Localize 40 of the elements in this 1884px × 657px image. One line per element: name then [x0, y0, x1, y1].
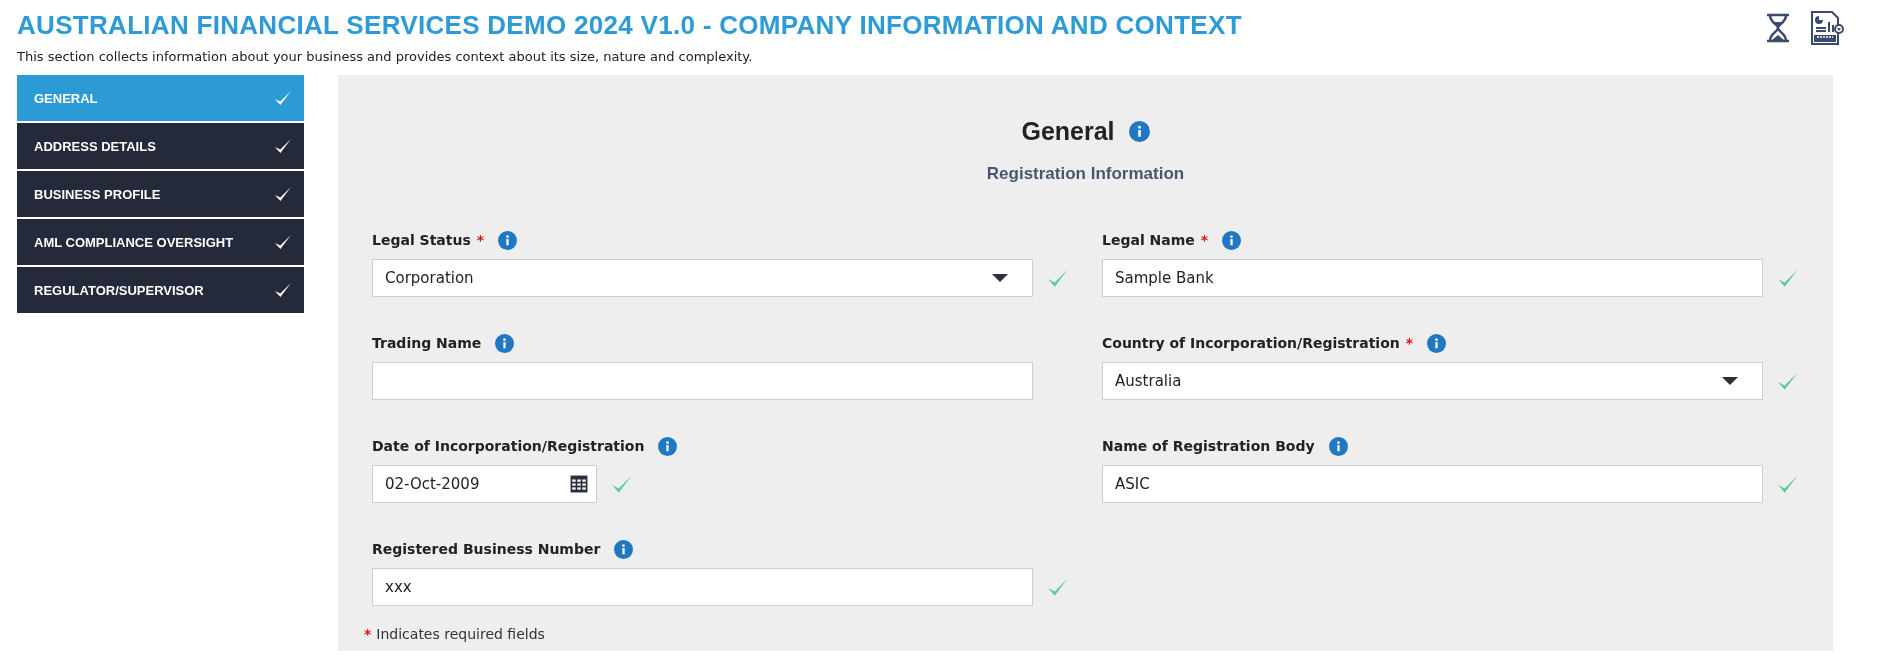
form-subtitle: Registration Information: [985, 164, 1186, 184]
field-label: Country of Incorporation/Registration: [1102, 335, 1400, 351]
dropdown[interactable]: Corporation: [372, 259, 1033, 297]
calendar-icon[interactable]: [570, 475, 588, 493]
draft-document-icon[interactable]: [1810, 10, 1844, 46]
info-icon[interactable]: [1128, 121, 1150, 142]
field-label: Registered Business Number: [372, 541, 601, 557]
info-icon[interactable]: [495, 333, 515, 353]
sidebar-item[interactable]: AML COMPLIANCE OVERSIGHT: [17, 219, 304, 265]
required-note: Indicates required fields: [376, 626, 545, 642]
info-icon[interactable]: [1222, 230, 1242, 250]
date-field[interactable]: 02-Oct-2009: [372, 465, 597, 503]
caret-icon: [992, 274, 1008, 282]
field-label: Legal Status: [372, 232, 471, 248]
text-field[interactable]: xxx: [372, 568, 1033, 606]
form-title: General: [1021, 117, 1115, 146]
info-icon[interactable]: [658, 436, 678, 456]
text-field[interactable]: ASIC: [1102, 465, 1763, 503]
page-description: This section collects information about your business and provides context about its size, nature and complexity.: [17, 49, 754, 64]
field-label: Trading Name: [372, 335, 482, 351]
hourglass-icon[interactable]: [1764, 13, 1792, 43]
required-mark: *: [364, 626, 372, 642]
caret-icon: [1722, 377, 1738, 385]
info-icon[interactable]: [1328, 436, 1348, 456]
text-field[interactable]: [372, 362, 1033, 400]
required-mark: *: [476, 232, 485, 248]
field-label: Legal Name: [1102, 232, 1195, 248]
page-title: AUSTRALIAN FINANCIAL SERVICES DEMO 2024 V1.0 - COMPANY INFORMATION AND CONTEXT: [17, 10, 1242, 41]
dropdown[interactable]: Australia: [1102, 362, 1763, 400]
required-mark: *: [1200, 232, 1209, 248]
required-mark: *: [1405, 335, 1414, 351]
text-field[interactable]: Sample Bank: [1102, 259, 1763, 297]
field-label: Date of Incorporation/Registration: [372, 438, 645, 454]
info-icon[interactable]: [1427, 333, 1447, 353]
sidebar-item[interactable]: BUSINESS PROFILE: [17, 171, 304, 217]
sidebar-item[interactable]: ADDRESS DETAILS: [17, 123, 304, 169]
sidebar-item[interactable]: REGULATOR/SUPERVISOR: [17, 267, 304, 313]
field-label: Name of Registration Body: [1102, 438, 1315, 454]
info-icon[interactable]: [614, 539, 634, 559]
info-icon[interactable]: [498, 230, 518, 250]
